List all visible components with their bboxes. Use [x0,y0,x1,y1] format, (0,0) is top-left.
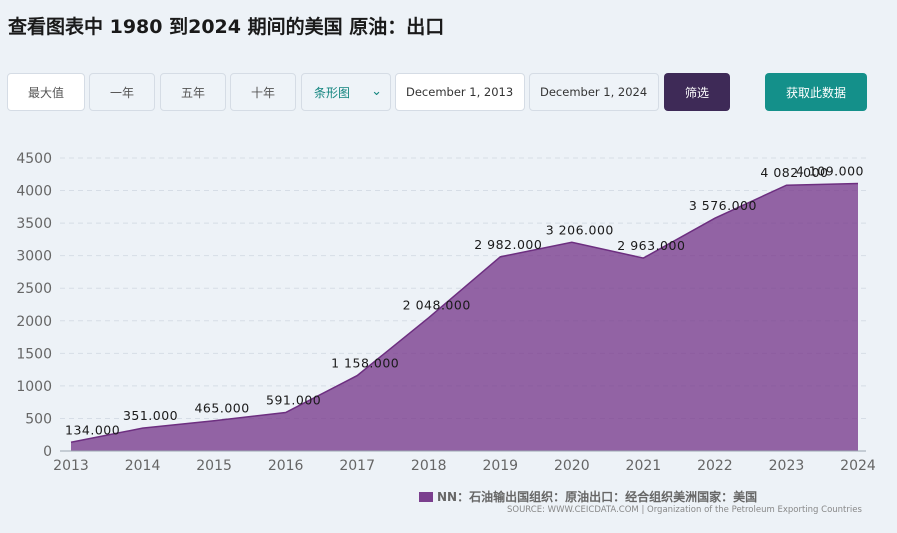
x-tick-label: 2014 [125,458,161,474]
x-tick-label: 2015 [196,458,232,474]
y-tick-label: 3500 [16,216,52,232]
y-tick-label: 1500 [16,346,52,362]
x-tick-label: 2020 [554,458,590,474]
chevron-down-icon: ⌄ [371,84,382,99]
range-1y-button[interactable]: 一年 [89,73,155,111]
x-tick-label: 2019 [482,458,518,474]
x-tick-label: 2023 [769,458,805,474]
area-chart: 0 500 1000 1500 2000 2500 3000 3500 4000 4500 2013… [16,151,876,474]
y-tick-label: 3000 [16,249,52,265]
filter-button[interactable]: 筛选 [664,73,730,111]
data-label: 2 963.000 [617,238,685,253]
date-to-input[interactable]: December 1, 2024 [529,73,659,111]
y-tick-label: 0 [43,444,52,460]
legend-label: NN：石油输出国组织：原油出口：经合组织美洲国家：美国 [437,490,758,504]
x-tick-label: 2016 [268,458,304,474]
data-label: 591.000 [266,393,321,408]
y-tick-label: 4500 [16,151,52,167]
chart-type-select[interactable]: 条形图 ⌄ [301,73,391,111]
chart-legend[interactable]: NN：石油输出国组织：原油出口：经合组织美洲国家：美国 [419,488,757,505]
data-label: 465.000 [194,401,249,416]
chart-type-value: 条形图 [314,85,351,100]
x-tick-label: 2022 [697,458,733,474]
x-tick-label: 2013 [53,458,89,474]
y-tick-label: 4000 [16,184,52,200]
x-tick-label: 2024 [840,458,876,474]
data-label: 351.000 [123,408,178,423]
date-from-input[interactable]: December 1, 2013 [395,73,525,111]
legend-swatch [419,491,433,502]
data-label: 134.000 [65,422,120,437]
y-tick-label: 1000 [16,379,52,395]
get-data-button[interactable]: 获取此数据 [765,73,867,111]
range-max-button[interactable]: 最大值 [7,73,85,111]
data-label: 4 109.000 [796,163,864,178]
source-note: SOURCE: WWW.CEICDATA.COM | Organization … [507,505,862,515]
data-label: 1 158.000 [331,356,399,371]
x-tick-label: 2021 [626,458,662,474]
data-label: 2 982.000 [474,237,542,252]
data-label: 3 576.000 [689,198,757,213]
range-5y-button[interactable]: 五年 [160,73,226,111]
data-label: 2 048.000 [403,298,471,313]
y-tick-label: 500 [25,411,52,427]
y-tick-label: 2000 [16,314,52,330]
x-tick-label: 2018 [411,458,447,474]
page-title: 查看图表中 1980 到2024 期间的美国 原油：出口 [8,16,445,38]
range-10y-button[interactable]: 十年 [230,73,296,111]
x-tick-label: 2017 [339,458,375,474]
data-label: 3 206.000 [546,222,614,237]
y-tick-label: 2500 [16,281,52,297]
